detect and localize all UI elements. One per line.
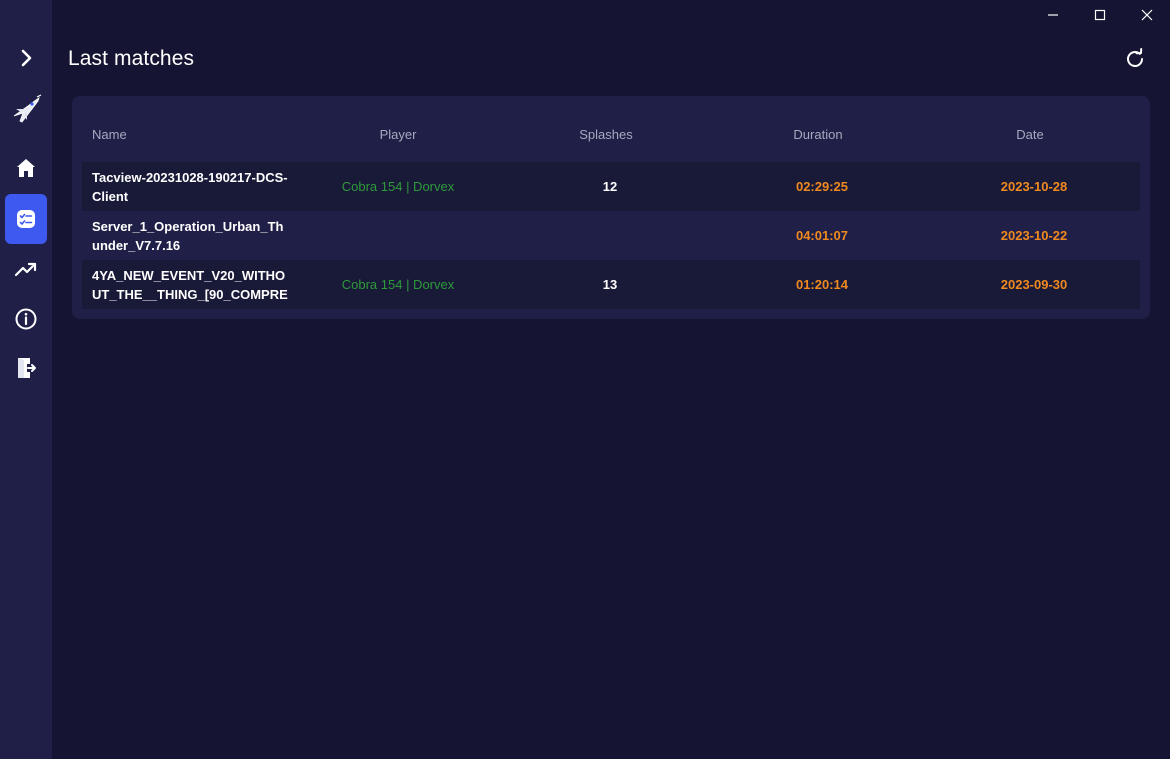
maximize-button[interactable] [1077,0,1123,30]
match-player: Cobra 154 | Dorvex [341,277,455,292]
sidebar-expand-button[interactable] [5,37,47,79]
chevron-right-icon [21,49,32,67]
match-splashes: 13 [602,277,618,292]
table-row[interactable]: Tacview-20231028-190217-DCS-Client Cobra… [82,162,1140,211]
sidebar-item-home[interactable] [5,147,47,189]
match-name: 4YA_NEW_EVENT_V20_WITHOUT_THE__THING_[90… [92,260,292,309]
refresh-button[interactable] [1121,45,1149,73]
match-name-text: 4YA_NEW_EVENT_V20_WITHOUT_THE__THING_[90… [92,267,288,302]
trending-up-icon [14,262,37,277]
table-header: Name Player Splashes Duration Date [82,123,1140,147]
match-date: 2023-09-30 [1000,277,1068,292]
match-player [298,211,498,260]
match-duration: 04:01:07 [795,228,849,243]
column-header-player: Player [379,127,417,142]
match-splashes [510,211,710,260]
table-row[interactable]: Server_1_Operation_Urban_Thunder_V7.7.16… [82,211,1140,260]
sidebar-item-logout[interactable] [5,347,47,389]
home-icon [17,159,35,177]
info-icon [15,308,37,330]
column-header-duration: Duration [793,127,843,142]
match-name-text: Server_1_Operation_Urban_Thunder_V7.7.16 [92,218,284,253]
matches-table: Name Player Splashes Duration Date Tacvi… [72,96,1150,319]
match-duration: 01:20:14 [795,277,849,292]
table-row[interactable]: 4YA_NEW_EVENT_V20_WITHOUT_THE__THING_[90… [82,260,1140,309]
column-header-splashes: Splashes [579,127,633,142]
match-name-text: Tacview-20231028-190217-DCS-Client [92,169,288,204]
match-name: Tacview-20231028-190217-DCS-Client [92,162,292,211]
logout-icon [18,358,36,378]
sidebar-item-app[interactable] [5,89,47,131]
app-window: Last matches Name Player Splashes Durati… [0,0,1170,759]
page-title: Last matches [68,47,195,70]
close-button[interactable] [1124,0,1170,30]
sidebar [0,0,52,759]
minimize-icon [1048,14,1058,16]
sidebar-item-stats[interactable] [5,248,47,290]
column-header-name: Name [92,127,127,142]
close-icon [1141,9,1153,21]
match-splashes: 12 [602,179,618,194]
column-header-date: Date [1016,127,1044,142]
match-name: Server_1_Operation_Urban_Thunder_V7.7.16 [92,211,292,260]
jet-icon [13,94,42,123]
sidebar-item-matches[interactable] [5,194,47,244]
match-player: Cobra 154 | Dorvex [341,179,455,194]
refresh-icon [1127,48,1143,67]
match-date: 2023-10-22 [1000,228,1068,243]
checklist-icon [17,210,35,228]
maximize-icon [1094,9,1106,21]
minimize-button[interactable] [1030,0,1076,30]
match-date: 2023-10-28 [1000,179,1068,194]
sidebar-item-info[interactable] [5,298,47,340]
match-duration: 02:29:25 [795,179,849,194]
